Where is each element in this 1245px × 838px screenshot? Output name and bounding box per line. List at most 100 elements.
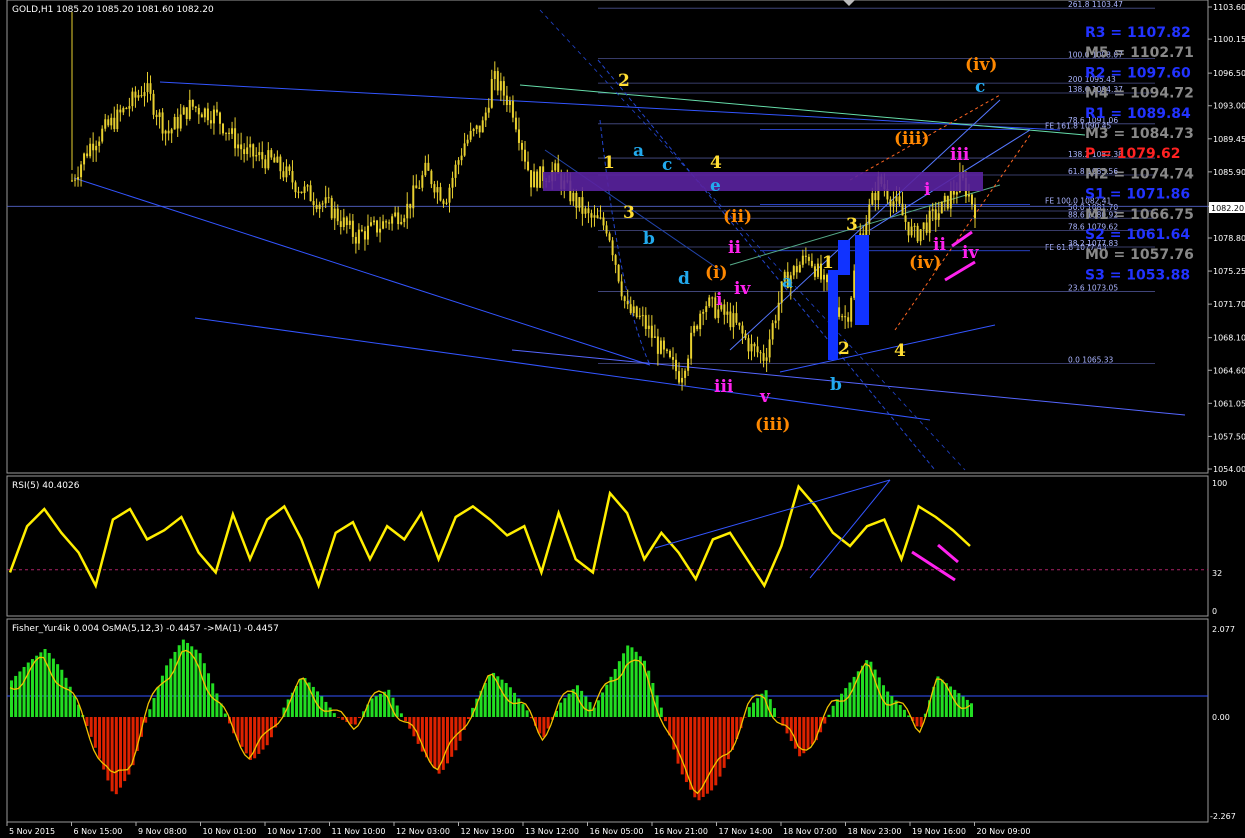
candle-body — [614, 255, 617, 265]
candle-body — [496, 71, 499, 91]
candle-body — [693, 325, 696, 333]
wave-label: ii — [933, 235, 946, 255]
candle-body — [366, 225, 369, 240]
supply-zone[interactable] — [543, 172, 983, 191]
candle-body — [511, 100, 514, 118]
candle-body — [457, 160, 460, 165]
osma-bar — [295, 686, 299, 717]
candle-body — [209, 120, 212, 124]
rsi-divergence-line[interactable] — [654, 479, 891, 549]
candle-body — [928, 210, 931, 233]
candle-body — [234, 128, 237, 149]
osma-bar — [35, 655, 39, 717]
osma-bar — [902, 709, 906, 717]
candle-body — [647, 325, 650, 329]
candle-body — [871, 193, 874, 205]
osma-bar — [970, 703, 973, 717]
osma-bar — [378, 693, 382, 717]
osma-bar — [458, 717, 462, 741]
candle-body — [771, 323, 774, 340]
osma-bar — [165, 665, 169, 717]
rsi-panel-frame — [6, 475, 1209, 617]
candle-body — [943, 195, 946, 202]
price-tick-label: 1061.05 — [1213, 399, 1245, 408]
candle-body — [128, 106, 131, 109]
candle-body — [726, 311, 729, 315]
candle-body — [850, 297, 853, 322]
pivot-label: P = 1079.62 — [1085, 146, 1181, 162]
candle-body — [237, 144, 240, 149]
osma-bar — [89, 717, 93, 737]
candle-body — [916, 225, 919, 242]
candle-body — [170, 129, 173, 134]
candle-body — [659, 340, 662, 354]
candle-body — [351, 220, 354, 237]
candle-body — [134, 91, 137, 98]
candle-body — [949, 190, 952, 209]
osma-bar — [840, 693, 844, 717]
osma-bar — [429, 717, 433, 763]
osma-bar — [865, 660, 869, 717]
price-axis: 1103.60 1100.15 1096.50 1093.00 1089.45 1085.… — [1208, 3, 1245, 474]
candle-body — [430, 170, 433, 185]
osma-bar — [617, 661, 621, 717]
trend-line[interactable] — [779, 324, 996, 373]
candle-body — [330, 198, 333, 219]
osma-bar — [311, 686, 315, 717]
blue-bar — [838, 240, 850, 275]
candle-body — [762, 353, 765, 361]
candle-body — [469, 130, 472, 140]
trend-line[interactable] — [539, 9, 966, 471]
candle-body — [191, 99, 194, 107]
osma-bar — [336, 717, 340, 718]
candle-body — [801, 255, 804, 265]
osma-bar — [173, 651, 177, 717]
candle-body — [315, 205, 318, 209]
candle-body — [952, 190, 955, 195]
trend-line[interactable] — [597, 59, 936, 471]
candle-body — [590, 213, 593, 218]
trend-line[interactable] — [194, 317, 931, 421]
wave-label: e — [710, 176, 721, 196]
osma-bar — [198, 653, 202, 717]
candle-body — [258, 152, 261, 156]
candle-body — [696, 325, 699, 330]
candle-body — [931, 209, 934, 211]
fisher-axis-top: 2.077 — [1212, 625, 1235, 634]
candle-body — [816, 263, 819, 277]
candle-body — [955, 192, 958, 195]
fisher-axis-zero: 0.00 — [1212, 713, 1230, 722]
shift-marker-icon[interactable] — [843, 0, 855, 6]
candle-body — [333, 208, 336, 219]
rsi-divergence-line[interactable] — [809, 479, 891, 579]
osma-bar — [835, 699, 839, 717]
candle-body — [907, 221, 910, 236]
candle-body — [641, 315, 644, 317]
candle-body — [164, 130, 167, 134]
candle-body — [119, 109, 122, 113]
wave-label: iv — [734, 279, 751, 299]
trend-line[interactable] — [159, 81, 1061, 131]
candle-body — [442, 200, 445, 204]
price-tick-label: 1068.10 — [1213, 334, 1245, 343]
price-tick-label: 1064.60 — [1213, 366, 1245, 375]
candle-body — [345, 217, 348, 226]
fib-level-label: 23.6 1073.05 — [1068, 284, 1118, 293]
candle-body — [360, 229, 363, 232]
candle-body — [527, 161, 530, 171]
trend-line[interactable] — [519, 84, 1086, 136]
candle-body — [635, 306, 638, 318]
candle-body — [306, 185, 309, 187]
wave-label: 2 — [618, 71, 630, 91]
candle-body — [934, 209, 937, 220]
candle-body — [394, 212, 397, 217]
price-tick-label: 1089.45 — [1213, 135, 1245, 144]
price-tick-label: 1057.50 — [1213, 432, 1245, 441]
candle-body — [895, 196, 898, 202]
candle-body — [321, 203, 324, 205]
osma-bar — [659, 707, 663, 717]
candle-body — [125, 107, 128, 109]
price-tick-label: 1103.60 — [1213, 3, 1245, 12]
osma-bar — [609, 676, 613, 717]
pivot-label: M1 = 1066.75 — [1085, 207, 1194, 223]
